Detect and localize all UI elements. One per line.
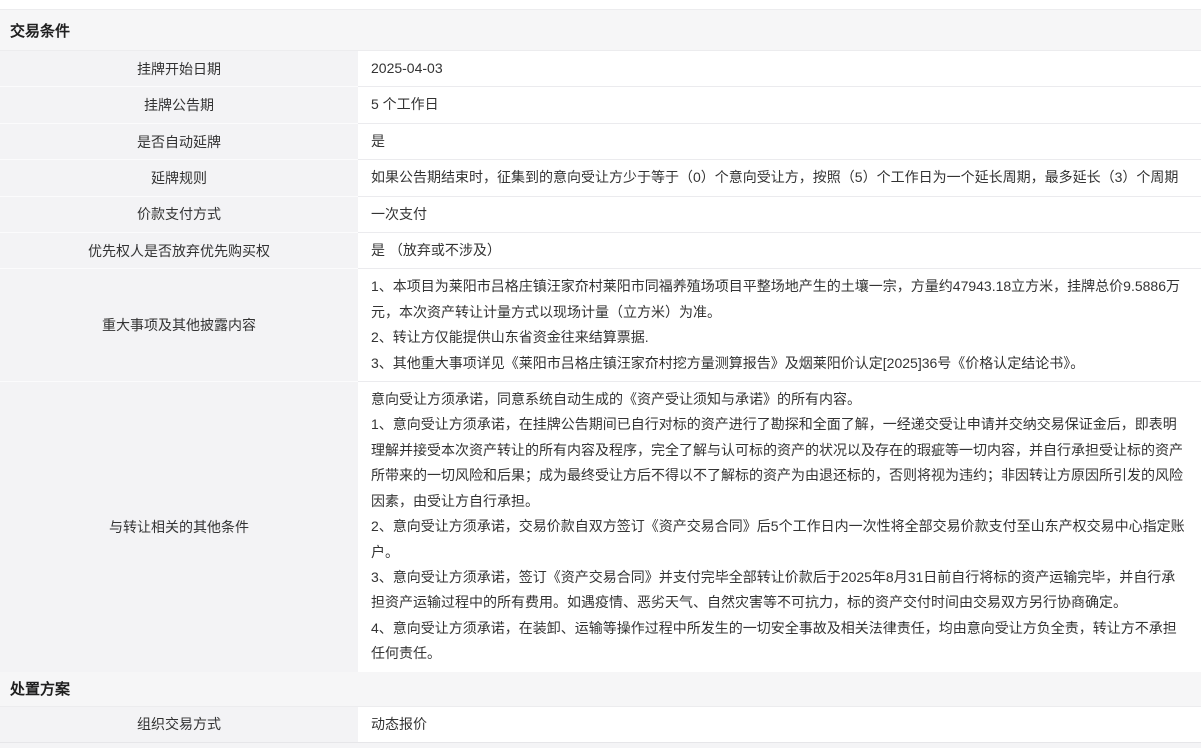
table-row-listing-start-date: 挂牌开始日期 2025-04-03	[0, 51, 1201, 87]
row-label: 挂牌公告期	[0, 87, 358, 123]
table-row-other-transfer-conditions: 与转让相关的其他条件 意向受让方须承诺，同意系统自动生成的《资产受让须知与承诺》…	[0, 382, 1201, 671]
section-title: 交易条件	[10, 20, 70, 41]
row-label: 重大事项及其他披露内容	[0, 269, 358, 382]
row-value: 意向受让方须承诺，同意系统自动生成的《资产受让须知与承诺》的所有内容。 1、意向…	[358, 382, 1201, 671]
table-row-extension-rules: 延牌规则 如果公告期结束时，征集到的意向受让方少于等于（0）个意向受让方，按照（…	[0, 160, 1201, 196]
row-value: 2025-04-03	[358, 51, 1201, 87]
row-label: 优先权人是否放弃优先购买权	[0, 233, 358, 269]
table-row-announcement-period: 挂牌公告期 5 个工作日	[0, 87, 1201, 123]
row-value: 一次支付	[358, 197, 1201, 233]
row-label: 与转让相关的其他条件	[0, 382, 358, 671]
row-label: 价款支付方式	[0, 197, 358, 233]
section-trade-conditions: 交易条件 挂牌开始日期 2025-04-03 挂牌公告期 5 个工作日 是否自动…	[0, 10, 1201, 672]
table-row-payment-method: 价款支付方式 一次支付	[0, 197, 1201, 233]
row-value: 是 （放弃或不涉及）	[358, 233, 1201, 269]
row-value: 是	[358, 124, 1201, 160]
section-header-disposal-plan: 处置方案	[0, 672, 1201, 707]
row-value: 动态报价	[358, 707, 1201, 742]
section-header-trade-conditions: 交易条件	[0, 10, 1201, 51]
row-label: 是否自动延牌	[0, 124, 358, 160]
row-label: 挂牌开始日期	[0, 51, 358, 87]
table-row-major-disclosures: 重大事项及其他披露内容 1、本项目为莱阳市吕格庄镇汪家夼村莱阳市同福养殖场项目平…	[0, 269, 1201, 382]
table-row-auto-extension: 是否自动延牌 是	[0, 124, 1201, 160]
table-row-preemptive-right-waiver: 优先权人是否放弃优先购买权 是 （放弃或不涉及）	[0, 233, 1201, 269]
table-row-trade-organization-method: 组织交易方式 动态报价	[0, 707, 1201, 742]
section-disposal-plan: 处置方案 组织交易方式 动态报价	[0, 672, 1201, 742]
row-value: 1、本项目为莱阳市吕格庄镇汪家夼村莱阳市同福养殖场项目平整场地产生的土壤一宗，方…	[358, 269, 1201, 382]
row-value: 5 个工作日	[358, 87, 1201, 123]
row-label: 组织交易方式	[0, 707, 358, 742]
row-value: 如果公告期结束时，征集到的意向受让方少于等于（0）个意向受让方，按照（5）个工作…	[358, 160, 1201, 196]
listing-detail-table: 交易条件 挂牌开始日期 2025-04-03 挂牌公告期 5 个工作日 是否自动…	[0, 9, 1201, 748]
section-title: 处置方案	[10, 678, 70, 699]
row-label: 延牌规则	[0, 160, 358, 196]
